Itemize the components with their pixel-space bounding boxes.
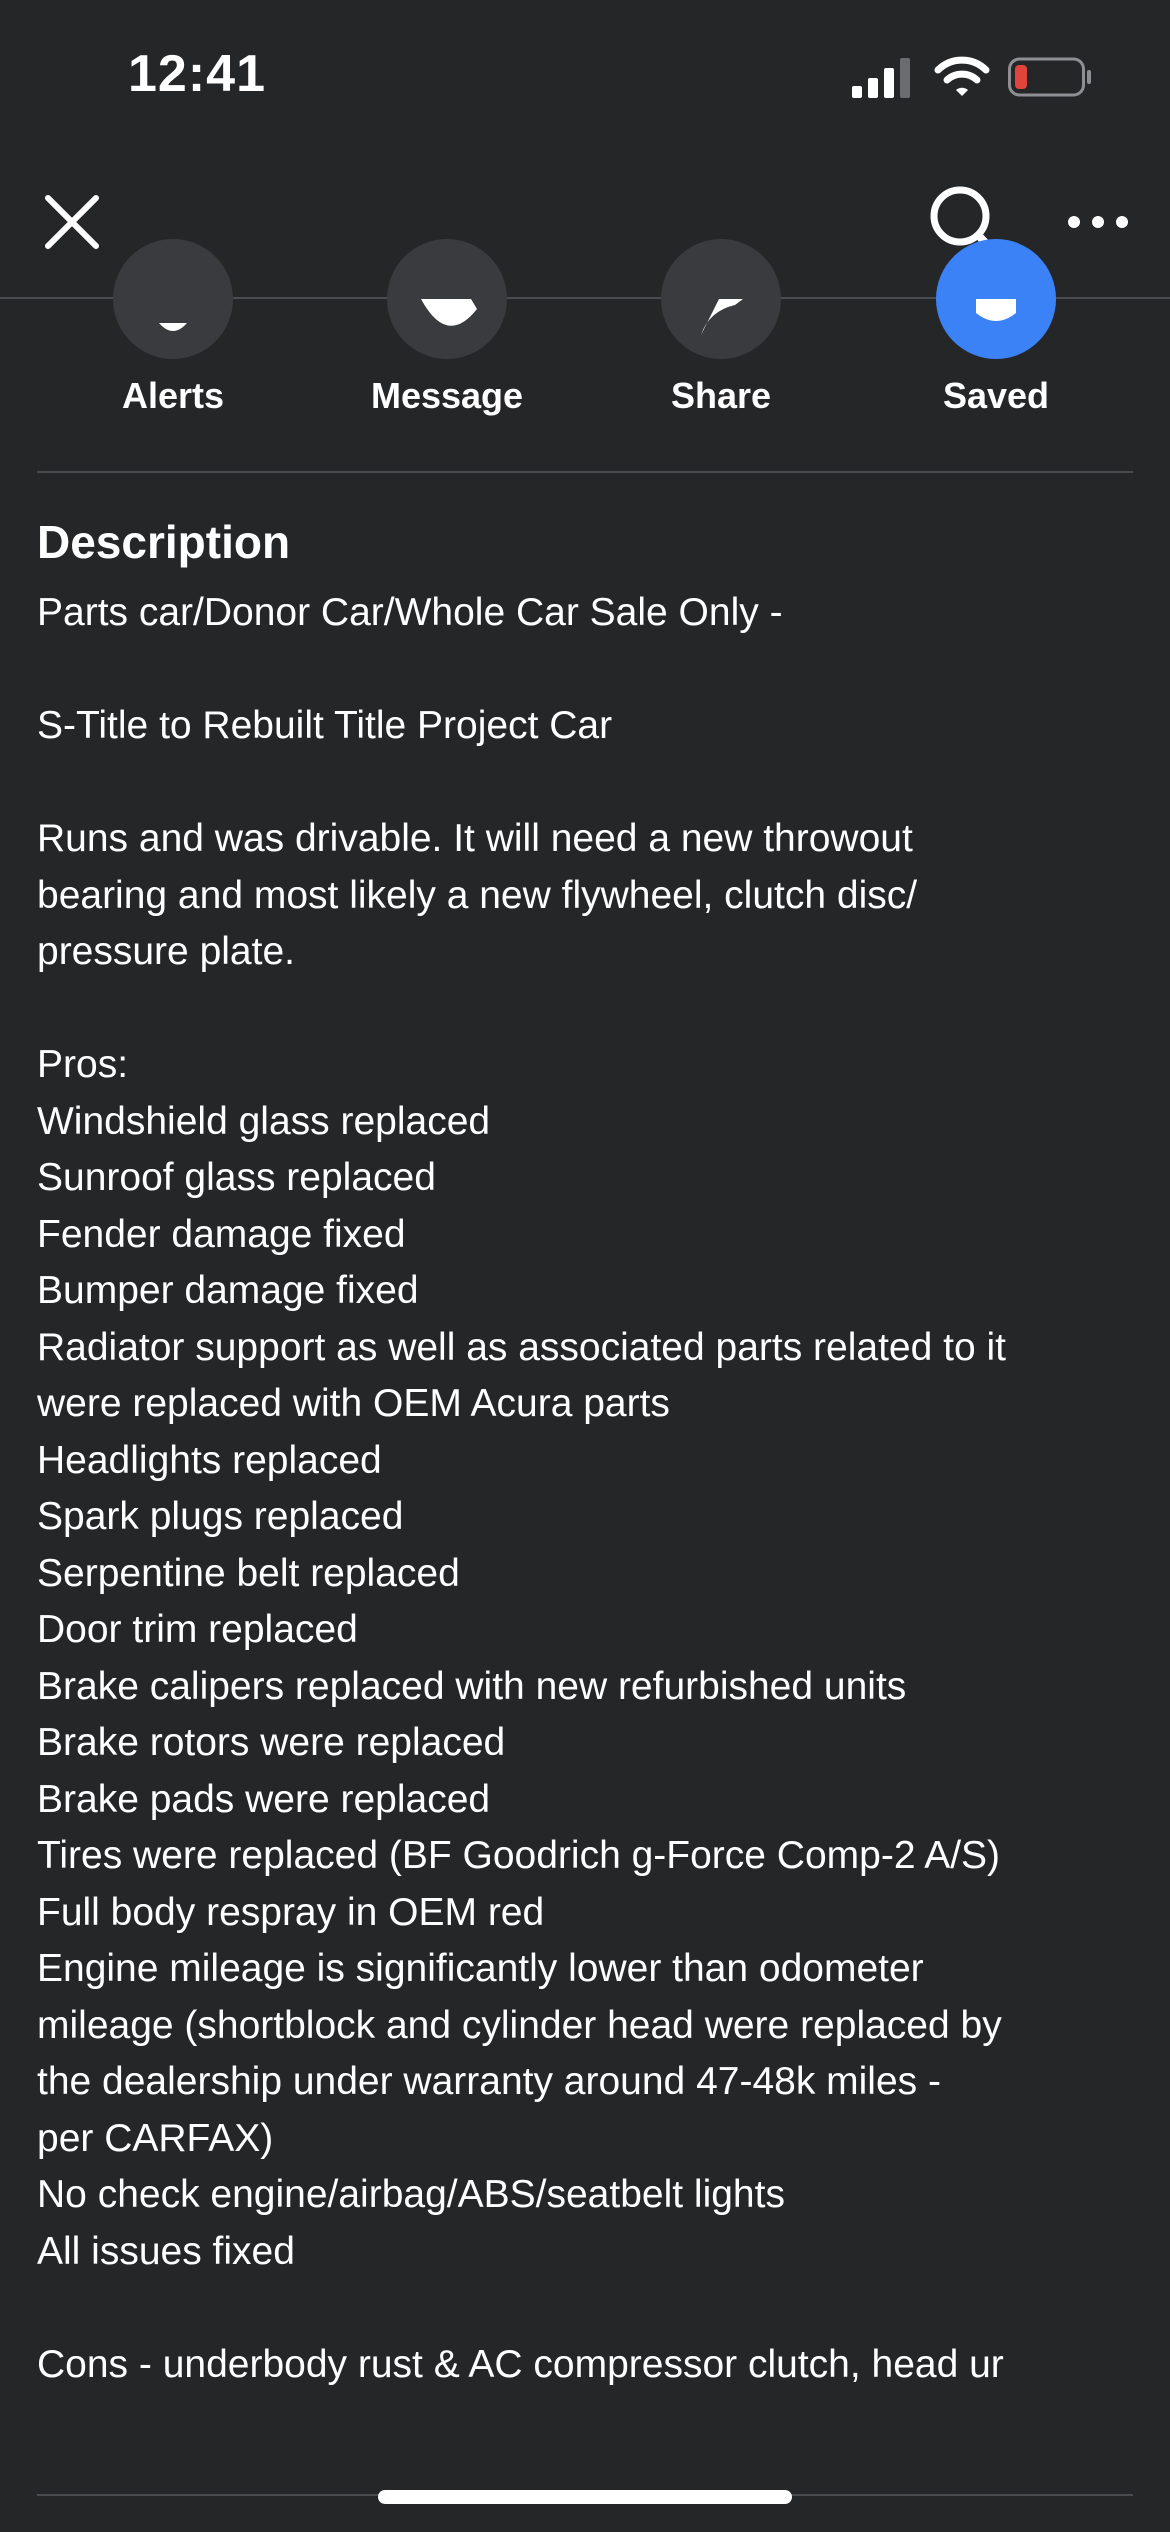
messenger-icon — [387, 239, 507, 359]
description-line: Full body respray in OEM red — [37, 1890, 545, 1934]
alerts-button[interactable]: Alerts — [73, 239, 273, 429]
battery-icon — [1008, 57, 1091, 97]
description-line: Door trim replaced — [37, 1608, 358, 1651]
description-line: Headlights replaced — [37, 1438, 382, 1482]
description-line: Sunroof glass replaced — [37, 1156, 436, 1199]
close-icon[interactable] — [40, 190, 104, 254]
description-line: Radiator support as well as associated p… — [37, 1325, 1007, 1369]
description-line: Bumper damage fixed — [37, 1269, 419, 1312]
message-label: Message — [370, 375, 524, 416]
description-line: Fender damage fixed — [37, 1212, 406, 1256]
bell-icon — [113, 239, 233, 359]
description-line: Tires were replaced (BF Goodrich g-Force… — [37, 1834, 1001, 1877]
share-label: Share — [670, 375, 772, 416]
description-line: Pros: — [37, 1043, 129, 1086]
description-line: No check engine/airbag/ABS/seatbelt ligh… — [37, 2173, 785, 2216]
description-line: Spark plugs replaced — [37, 1495, 404, 1538]
description-line: All issues fixed — [37, 2229, 295, 2273]
description-blank-line — [37, 2280, 1147, 2337]
cellular-signal-icon — [852, 58, 910, 98]
description-line: Serpentine belt replaced — [37, 1551, 460, 1595]
status-bar: 12:41 — [0, 0, 1170, 150]
description-line: Cons - underbody rust & AC compressor cl… — [37, 2342, 1004, 2386]
description-line: Runs and was drivable. It will need a ne… — [37, 817, 913, 860]
description-line: S-Title to Rebuilt Title Project Car — [37, 704, 613, 747]
description-line: were replaced with OEM Acura parts — [37, 1382, 670, 1425]
description-title: Description — [37, 516, 291, 568]
description-line: per CARFAX) — [37, 2116, 274, 2160]
description-line: Brake pads were replaced — [37, 1777, 491, 1821]
description-line: Brake calipers replaced with new refurbi… — [37, 1664, 907, 1708]
share-icon — [661, 239, 781, 359]
more-horizontal-icon[interactable] — [1064, 202, 1132, 242]
home-indicator — [378, 2490, 792, 2504]
description-line: Brake rotors were replaced — [37, 1721, 506, 1764]
description-line: Parts car/Donor Car/Whole Car Sale Only … — [37, 591, 783, 634]
description-blank-line — [37, 642, 1147, 699]
description-blank-line — [37, 755, 1147, 812]
description-line: Windshield glass replaced — [37, 1099, 491, 1143]
wifi-icon — [934, 56, 990, 96]
share-button[interactable]: Share — [621, 239, 821, 429]
description-line: pressure plate. — [37, 930, 295, 973]
description-blank-line — [37, 981, 1147, 1038]
saved-button[interactable]: Saved — [896, 239, 1096, 429]
description-body: Parts car/Donor Car/Whole Car Sale Only … — [37, 585, 1147, 2393]
message-button[interactable]: Message — [347, 239, 547, 429]
alerts-label: Alerts — [121, 375, 225, 416]
action-row: Alerts Message Share Saved — [0, 239, 1170, 471]
saved-label: Saved — [942, 375, 1050, 416]
bookmark-icon — [936, 239, 1056, 359]
description-line: bearing and most likely a new flywheel, … — [37, 873, 918, 917]
section-divider — [37, 471, 1133, 473]
description-line: the dealership under warranty around 47-… — [37, 2060, 941, 2103]
description-line: mileage (shortblock and cylinder head we… — [37, 2003, 1002, 2047]
description-line: Engine mileage is significantly lower th… — [37, 1947, 924, 1990]
status-time: 12:41 — [128, 45, 266, 103]
